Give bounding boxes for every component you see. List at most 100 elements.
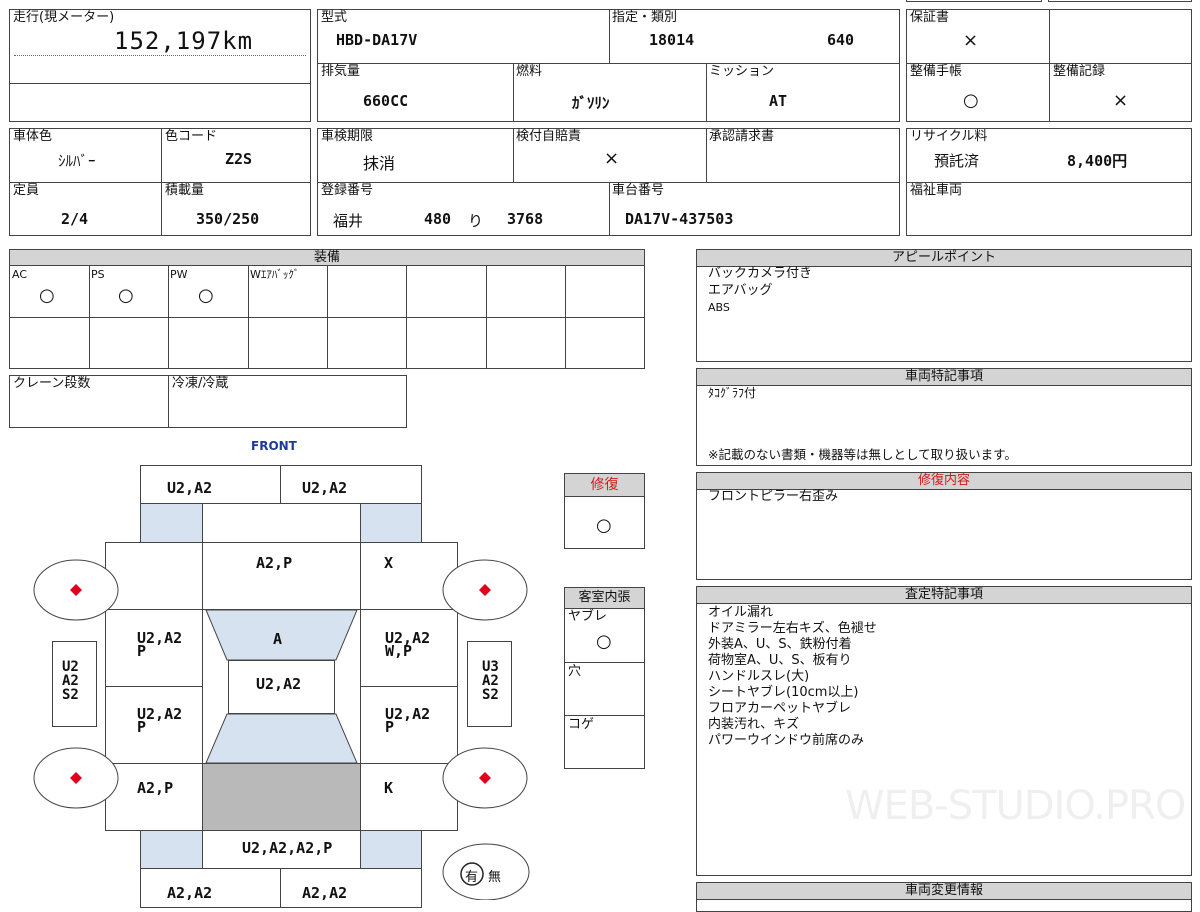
transmission-label: ミッション xyxy=(709,64,775,79)
interior-tear-value: ○ xyxy=(596,631,612,652)
capacity-label: 定員 xyxy=(13,183,40,198)
assessment-line: シートヤブレ(10cm以上) xyxy=(708,685,859,700)
assessment-line: 外装A、U、S、鉄粉付着 xyxy=(708,637,852,652)
mileage-value: 152,197km xyxy=(114,27,254,55)
equipment-table: 装備 AC ○ PS ○ PW ○ Wｴｱﾊﾞｯｸﾞ xyxy=(9,249,645,369)
displacement-value: 660CC xyxy=(363,92,409,110)
inspection-value: 抹消 xyxy=(363,154,396,173)
equip-item-ac: AC ○ xyxy=(10,265,89,317)
maintenance-book-value: ○ xyxy=(963,90,979,111)
assessment-line: パワーウインドウ前席のみ xyxy=(708,733,865,748)
wheels xyxy=(33,559,530,900)
mileage-box: 走行(現メーター) 152,197km xyxy=(9,9,311,122)
model-value: HBD-DA17V xyxy=(336,31,418,49)
recycle-amount: 8,400円 xyxy=(1067,152,1128,170)
color-label: 車体色 xyxy=(13,129,53,144)
color-code-value: Z2S xyxy=(225,150,253,168)
assessment-line: 荷物室A、U、S、板有り xyxy=(708,653,852,668)
fuel-value: ｶﾞｿﾘﾝ xyxy=(572,94,610,112)
top-edge-box-left xyxy=(906,0,1042,2)
appeal-line: ABS xyxy=(708,301,730,314)
warranty-label: 保証書 xyxy=(910,10,950,25)
crane-label: クレーン段数 xyxy=(13,376,91,391)
top-edge-box-right xyxy=(1048,0,1192,2)
registration-class: 480 xyxy=(424,210,452,228)
chassis-value: DA17V-437503 xyxy=(625,210,734,228)
interior-tear-label: ヤブレ xyxy=(568,609,608,624)
wheel-front-right xyxy=(442,559,528,621)
front-label: FRONT xyxy=(251,439,297,453)
appeal-box: アピールポイント バックカメラ付き エアバッグ ABS xyxy=(696,249,1192,362)
wheel-rear-left xyxy=(33,747,119,809)
chassis-label: 車台番号 xyxy=(612,183,665,198)
watermark: WEB-STUDIO.PRO xyxy=(845,783,1186,829)
assessment-line: ドアミラー左右キズ、色褪せ xyxy=(708,621,877,636)
spare-tire-oval xyxy=(442,843,530,900)
special-notes-title: 車両特記事項 xyxy=(697,369,1191,386)
assessment-line: フロアカーペットヤブレ xyxy=(708,701,852,716)
interior-burn-label: コゲ xyxy=(568,717,595,732)
equip-item-value: ○ xyxy=(198,285,214,306)
equip-item-ps: PS ○ xyxy=(89,265,168,317)
equip-item-label: AC xyxy=(12,268,28,281)
repair-details-box: 修復内容 フロントピラー右歪み xyxy=(696,472,1192,580)
recycle-status: 預託済 xyxy=(934,152,980,170)
maintenance-record-value: × xyxy=(1113,90,1129,111)
equip-item-value: ○ xyxy=(118,285,134,306)
color-value: ｼﾙﾊﾞｰ xyxy=(58,152,96,170)
wheel-rear-right xyxy=(442,747,528,809)
crane-freezer-table: クレーン段数 冷凍/冷蔵 xyxy=(9,375,407,428)
assessment-title: 査定特記事項 xyxy=(697,587,1191,604)
registration-number: 3768 xyxy=(507,210,544,228)
capacity-value: 2/4 xyxy=(61,210,89,228)
equip-item-value: ○ xyxy=(39,285,55,306)
approval-label: 承認請求書 xyxy=(709,129,775,144)
warranty-box: 保証書 × 整備手帳 ○ 整備記録 × xyxy=(906,9,1192,122)
recycle-label: リサイクル料 xyxy=(910,129,988,144)
special-notes-footer: ※記載のない書類・機器等は無しとして取り扱います。 xyxy=(708,447,1017,462)
equipment-title: 装備 xyxy=(10,250,644,266)
changes-box: 車両変更情報 xyxy=(696,882,1192,912)
special-notes-line: ﾀｺｸﾞﾗﾌ付 xyxy=(708,386,757,400)
model-box: 型式 HBD-DA17V 指定・類別 18014 640 排気量 660CC 燃… xyxy=(317,9,900,122)
spare-tire-no: 無 xyxy=(488,870,502,885)
registration-label: 登録番号 xyxy=(321,183,374,198)
equip-item-w-airbag: Wｴｱﾊﾞｯｸﾞ xyxy=(248,265,327,317)
recycle-box: リサイクル料 預託済 8,400円 福祉車両 xyxy=(906,128,1192,236)
freezer-label: 冷凍/冷蔵 xyxy=(172,376,229,391)
model-label: 型式 xyxy=(321,10,348,25)
equip-item-label: PS xyxy=(91,268,105,281)
registration-area: 福井 xyxy=(333,212,364,230)
repair-details-title: 修復内容 xyxy=(697,473,1191,490)
appeal-line: エアバッグ xyxy=(708,283,773,298)
equip-item-label: Wｴｱﾊﾞｯｸﾞ xyxy=(250,268,300,281)
category-value: 640 xyxy=(827,31,855,49)
repair-details-line: フロントピラー右歪み xyxy=(708,489,839,504)
equip-item-label: PW xyxy=(170,268,188,281)
warranty-value: × xyxy=(963,30,979,51)
assessment-box: 査定特記事項 オイル漏れ ドアミラー左右キズ、色褪せ 外装A、U、S、鉄粉付着 … xyxy=(696,586,1192,876)
maintenance-book-label: 整備手帳 xyxy=(910,64,963,79)
repair-title: 修復 xyxy=(565,474,644,497)
mileage-label: 走行(現メーター) xyxy=(13,10,115,25)
inspection-box: 車検期限 抹消 検付自賠責 × 承認請求書 登録番号 福井 480 り 3768… xyxy=(317,128,900,236)
load-label: 積載量 xyxy=(165,183,205,198)
registration-kana: り xyxy=(468,212,484,230)
insurance-value: × xyxy=(604,148,620,169)
designation-value: 18014 xyxy=(649,31,695,49)
appeal-title: アピールポイント xyxy=(697,250,1191,267)
color-code-label: 色コード xyxy=(165,129,218,144)
assessment-line: ハンドルスレ(大) xyxy=(708,669,810,684)
interior-box: 客室内張 ヤブレ ○ 穴 コゲ xyxy=(564,587,645,769)
spare-tire-yes: 有 xyxy=(465,870,479,885)
welfare-label: 福祉車両 xyxy=(910,183,963,198)
interior-hole-label: 穴 xyxy=(568,664,582,679)
assessment-line: 内装汚れ、キズ xyxy=(708,717,800,732)
color-box: 車体色 ｼﾙﾊﾞｰ 色コード Z2S 定員 2/4 積載量 350/250 xyxy=(9,128,311,236)
displacement-label: 排気量 xyxy=(321,64,361,79)
interior-title: 客室内張 xyxy=(565,588,644,609)
repair-box: 修復 ○ xyxy=(564,473,645,549)
designation-label: 指定・類別 xyxy=(612,10,678,25)
inspection-label: 車検期限 xyxy=(321,129,374,144)
assessment-line: オイル漏れ xyxy=(708,605,774,620)
